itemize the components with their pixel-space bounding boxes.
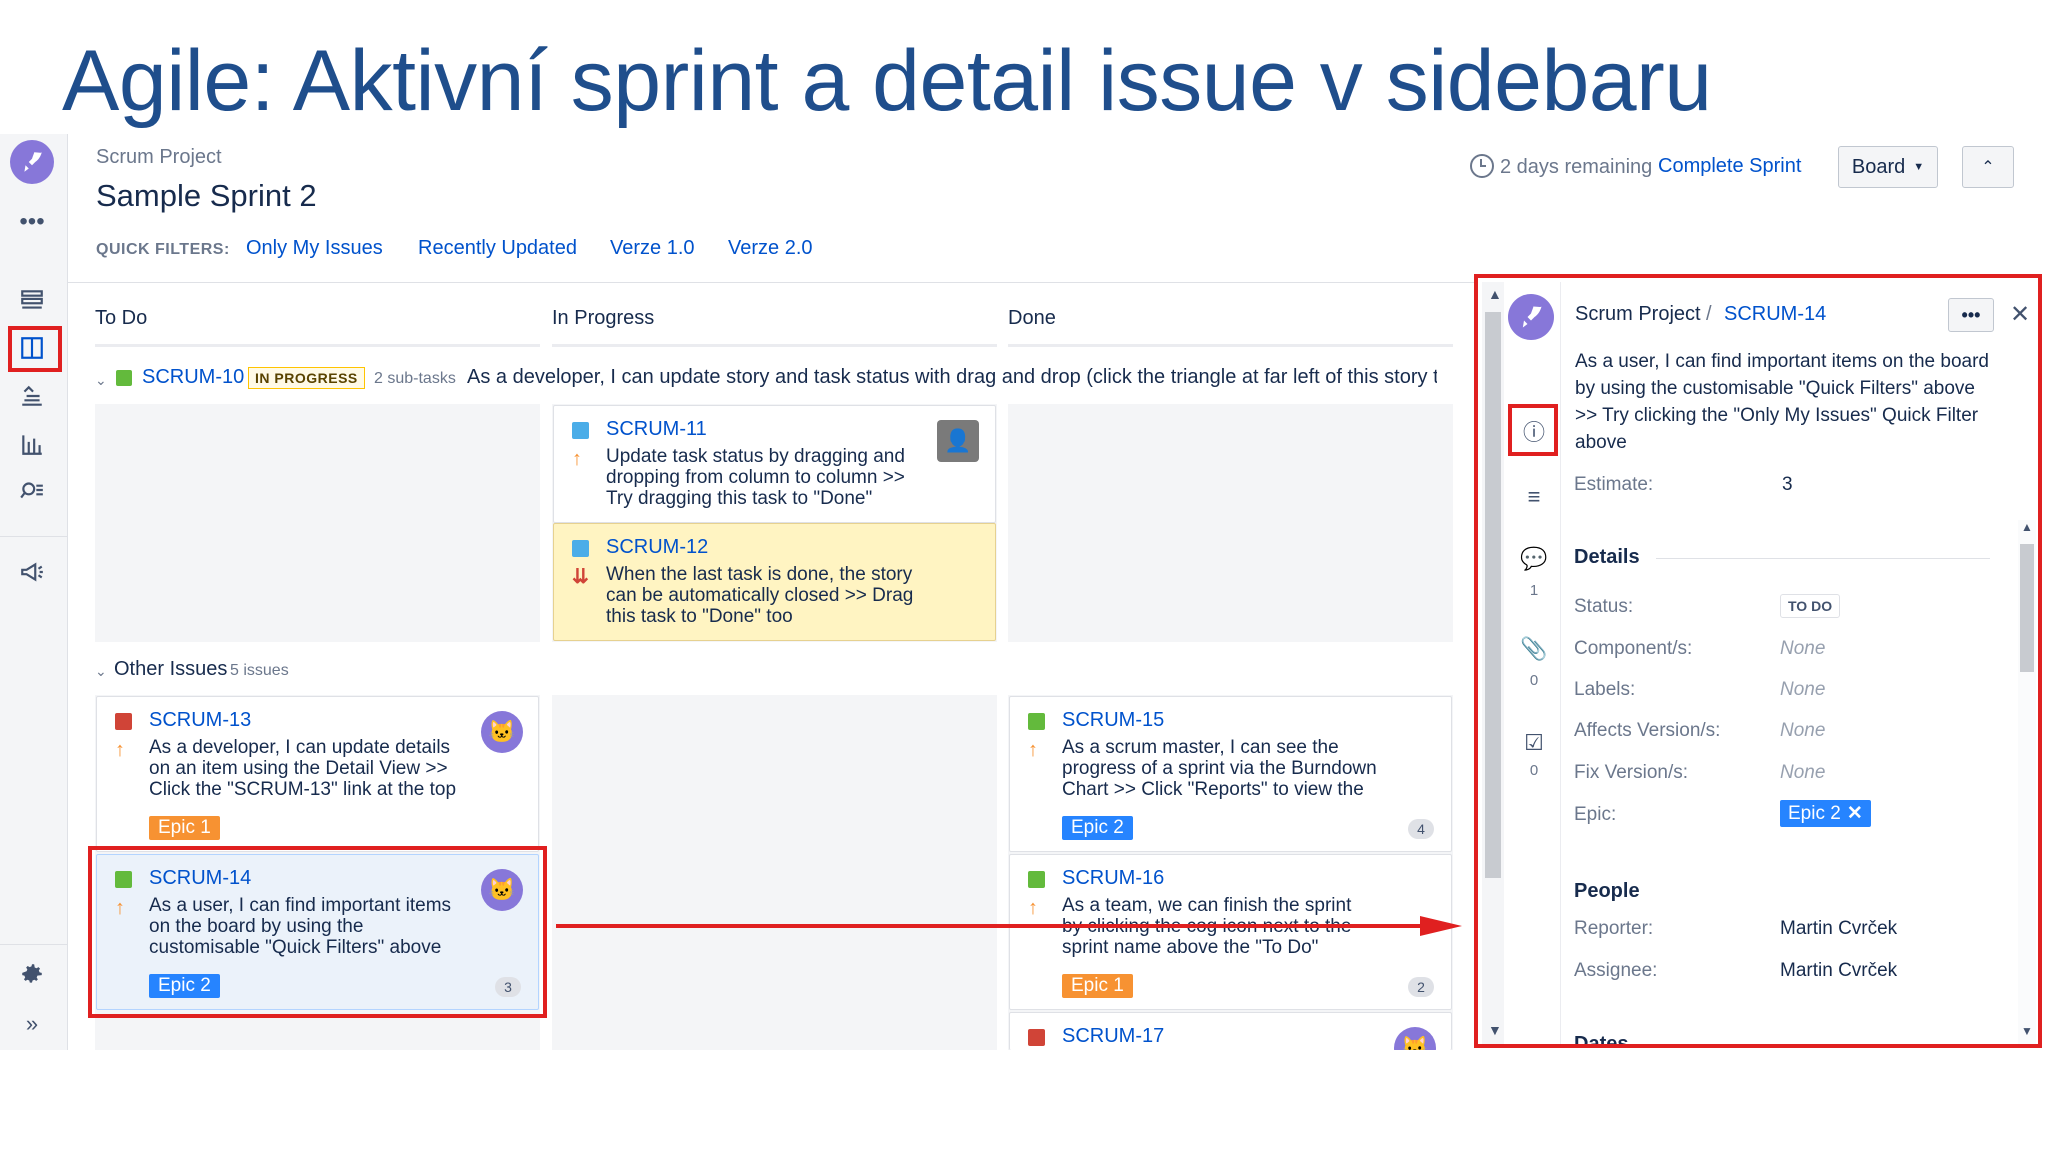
project-avatar-icon[interactable] [10,140,54,184]
in-progress-badge: IN PROGRESS [248,367,365,389]
board-button-label: Board [1851,155,1906,178]
clock-icon [1470,154,1494,178]
reports-icon[interactable] [14,426,50,462]
issue-key[interactable]: SCRUM-15 [1062,709,1164,732]
backlog-icon[interactable] [14,282,50,318]
annotation-arrow [556,916,1462,936]
issue-key[interactable]: SCRUM-17 [1062,1025,1164,1048]
swimlane-chevron-icon[interactable]: ⌄ [95,372,107,389]
expand-sidebar-icon[interactable]: » [14,1006,50,1042]
project-name: Scrum Project [96,146,222,168]
swimlane2-chevron-icon[interactable]: ⌄ [95,663,107,680]
assignee-avatar: 👤 [937,420,979,462]
slide-title: Agile: Aktivní sprint a detail issue v s… [62,33,1712,129]
bug-type-icon [1028,1029,1045,1046]
issue-summary: As a scrum master, I can see the progress… [1062,737,1377,800]
card-scrum-17[interactable]: SCRUM-17 🐱 [1009,1012,1452,1050]
board-dropdown-button[interactable]: Board ▼ [1838,146,1938,188]
subtask-type-icon [572,540,589,557]
priority-high-icon: ↑ [115,739,125,761]
subtask-count: 2 sub-tasks [374,370,456,387]
assignee-avatar: 🐱 [1394,1027,1436,1050]
column-header-in-progress: In Progress [552,307,655,329]
feedback-megaphone-icon[interactable] [14,554,50,590]
header-divider [68,282,1478,283]
issue-summary: When the last task is done, the story can… [606,564,914,627]
story-type-icon [1028,871,1045,888]
issue-summary: Update task status by dragging and droppi… [606,446,905,509]
card-scrum-13[interactable]: SCRUM-13 ↑ As a developer, I can update … [96,696,539,852]
more-icon[interactable]: ••• [14,204,50,240]
done-column-area[interactable] [1008,404,1453,642]
priority-high-icon: ↑ [1028,739,1038,761]
quick-filter-recently-updated[interactable]: Recently Updated [418,237,577,260]
highlight-scrum-14-card [88,846,547,1018]
other-issues-title: Other Issues [114,658,228,680]
issue-key[interactable]: SCRUM-11 [606,418,707,441]
story-type-icon [1028,713,1045,730]
subtask-type-icon [572,422,589,439]
bug-type-icon [115,713,132,730]
card-scrum-15[interactable]: SCRUM-15 ↑ As a scrum master, I can see … [1009,696,1452,852]
caret-down-icon: ▼ [1913,161,1925,173]
swimlane-issue-key[interactable]: SCRUM-10 [142,366,244,389]
priority-highest-icon: ⇊ [572,566,589,588]
column-header-done: Done [1008,307,1056,329]
epic-label[interactable]: Epic 1 [1062,974,1133,998]
releases-icon[interactable] [14,378,50,414]
collapse-header-button[interactable]: ⌃ [1962,146,2014,188]
issue-summary: As a developer, I can update details on a… [149,737,457,800]
quick-filters-label: QUICK FILTERS: [96,241,230,258]
issues-search-icon[interactable] [14,472,50,508]
inprogress-column-area-2[interactable] [552,695,997,1050]
priority-high-icon: ↑ [572,448,582,470]
todo-column-area[interactable] [95,404,540,642]
sprint-name: Sample Sprint 2 [96,178,317,213]
estimate-badge: 4 [1408,819,1434,839]
card-scrum-11[interactable]: SCRUM-11 ↑ Update task status by draggin… [553,405,996,523]
highlight-detail-panel [1474,274,2042,1048]
card-scrum-12[interactable]: SCRUM-12 ⇊ When the last task is done, t… [553,523,996,641]
complete-sprint-link[interactable]: Complete Sprint [1658,155,1801,178]
quick-filter-verze-2[interactable]: Verze 2.0 [728,237,813,260]
estimate-badge: 2 [1408,977,1434,997]
double-chevron-up-icon: ⌃ [1981,159,1995,176]
other-issues-count: 5 issues [230,662,289,679]
days-remaining: 2 days remaining [1500,156,1653,178]
issue-key[interactable]: SCRUM-16 [1062,867,1164,890]
quick-filter-verze-1[interactable]: Verze 1.0 [610,237,695,260]
left-nav: ••• » [0,134,68,1050]
epic-label[interactable]: Epic 2 [1062,816,1133,840]
issue-key[interactable]: SCRUM-13 [149,709,251,732]
story-type-icon [116,370,132,386]
assignee-avatar: 🐱 [481,711,523,753]
issue-key[interactable]: SCRUM-12 [606,536,708,559]
highlight-board-icon [8,326,62,372]
settings-gear-icon[interactable] [14,956,50,992]
epic-label[interactable]: Epic 1 [149,816,220,840]
quick-filter-only-my-issues[interactable]: Only My Issues [246,237,383,260]
swimlane-summary: As a developer, I can update story and t… [467,366,1437,388]
column-header-todo: To Do [95,307,148,329]
